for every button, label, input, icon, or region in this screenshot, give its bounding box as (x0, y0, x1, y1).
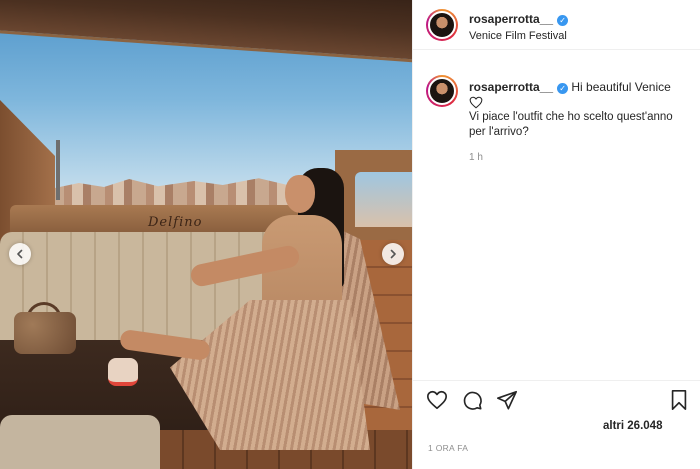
photo-boat-brand: Delfino (148, 215, 203, 230)
location-link[interactable]: Venice Film Festival (469, 30, 567, 42)
caption-verified-badge-icon: ✓ (557, 83, 569, 94)
caption-avatar-image (428, 77, 456, 105)
caption-username[interactable]: rosaperrotta__ (469, 80, 553, 94)
photo-cushion (0, 415, 160, 469)
post-header: rosaperrotta__ ✓ Venice Film Festival (413, 0, 700, 50)
bookmark-icon[interactable] (668, 389, 690, 411)
post-photo[interactable]: Delfino (0, 0, 412, 469)
photo-bell-tower (56, 140, 60, 200)
caption-body: Vi piace l'outfit che ho scelto quest'an… (469, 111, 673, 138)
caption-text: Vi piace l'outfit che ho scelto quest'an… (469, 96, 689, 140)
action-bar (413, 380, 700, 416)
photo-boat-window (355, 172, 412, 227)
photo-woman-face (285, 175, 315, 213)
photo-woman-shoe (108, 358, 138, 386)
chevron-left-icon (17, 249, 23, 259)
heart-outline-icon[interactable] (426, 389, 448, 411)
chevron-right-icon (390, 249, 396, 259)
photo-handbag (14, 312, 76, 354)
caption-first-line: Hi beautiful Venice (571, 80, 671, 94)
white-heart-emoji-icon (469, 96, 483, 109)
likes-count[interactable]: altri 26.048 (603, 420, 662, 432)
avatar-image (428, 11, 456, 39)
header-username-row: rosaperrotta__ ✓ (469, 12, 569, 26)
caption-avatar[interactable] (426, 75, 458, 107)
avatar[interactable] (426, 9, 458, 41)
caption-header: rosaperrotta__ ✓ Hi beautiful Venice (469, 80, 671, 94)
post-side-panel: rosaperrotta__ ✓ Venice Film Festival ros… (412, 0, 700, 469)
carousel-prev-button[interactable] (9, 243, 31, 265)
caption-timestamp: 1 h (469, 152, 483, 163)
header-username[interactable]: rosaperrotta__ (469, 12, 553, 26)
post-timestamp[interactable]: 1 ORA FA (428, 443, 468, 453)
comment-icon[interactable] (461, 389, 483, 411)
carousel-next-button[interactable] (382, 243, 404, 265)
verified-badge-icon: ✓ (557, 15, 569, 26)
send-icon[interactable] (496, 389, 518, 411)
